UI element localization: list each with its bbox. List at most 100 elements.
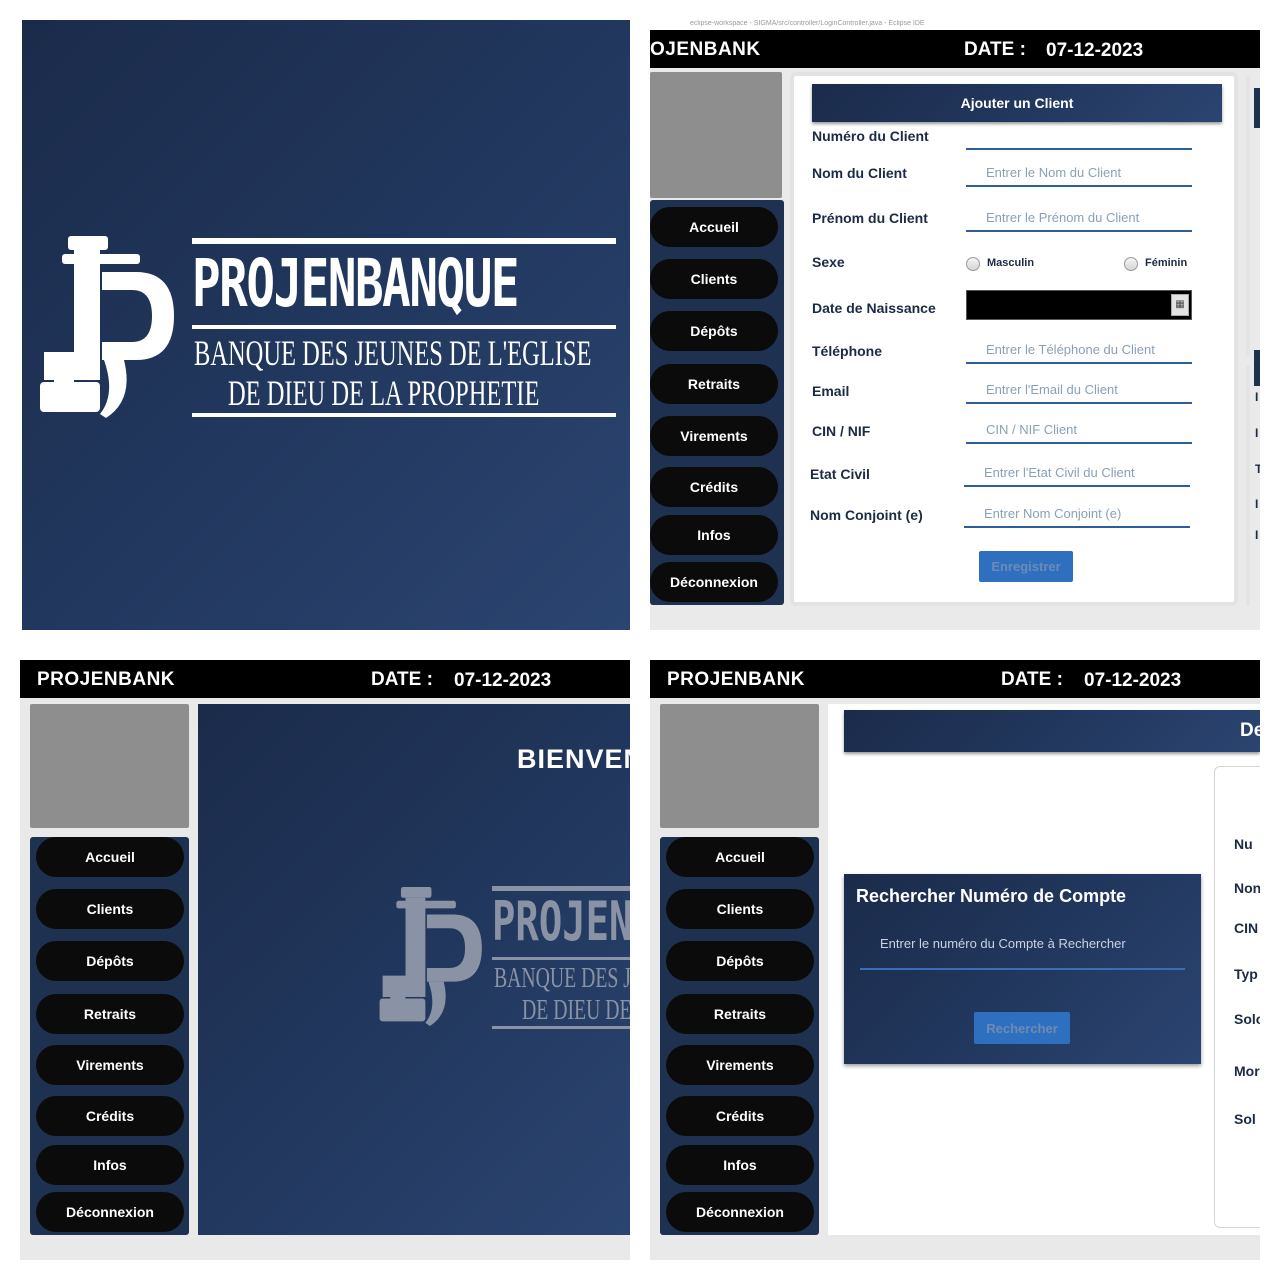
sidebar-item-label: Retraits [713,1006,767,1022]
sidebar-item-label: Retraits [687,376,741,392]
cropped-label: I [1255,528,1259,542]
sidebar-item-deconnexion[interactable]: Déconnexion [650,562,778,602]
nom-client-field[interactable]: Entrer le Nom du Client [966,159,1192,187]
rechercher-button[interactable]: Rechercher [974,1012,1070,1044]
search-input[interactable]: Entrer le numéro du Compte à Rechercher [860,930,1185,970]
sidebar-item-retraits[interactable]: Retraits [666,994,814,1034]
sidebar-item-credits[interactable]: Crédits [666,1096,814,1136]
logo-mid-rule [492,957,630,960]
detail-label-montant: Mor [1234,1063,1260,1079]
search-account-screen: PROJENBANK DATE : 07-12-2023 Accueil Cli… [650,660,1260,1260]
logo-line1: BANQUE DES J [494,962,630,994]
enregistrer-button[interactable]: Enregistrer [979,551,1073,582]
sidebar-item-clients[interactable]: Clients [666,889,814,929]
date-label: DATE : [964,39,1026,60]
welcome-title: BIENVEN [517,744,630,774]
label-naissance: Date de Naissance [812,300,936,316]
sidebar-item-accueil[interactable]: Accueil [650,207,778,247]
sidebar-item-clients[interactable]: Clients [36,889,184,929]
sidebar-item-retraits[interactable]: Retraits [36,994,184,1034]
avatar [660,704,819,828]
detail-label-numero: Nu [1234,836,1253,852]
sidebar-item-label: Déconnexion [66,1204,154,1220]
sidebar-item-label: Retraits [83,1006,137,1022]
label-conjoint: Nom Conjoint (e) [810,507,923,523]
sidebar-item-accueil[interactable]: Accueil [36,837,184,877]
cropped-label: I [1255,426,1259,440]
right-panel-edge-2 [1246,366,1250,606]
logo-title: PROJENBANQUE [192,245,519,322]
label-telephone: Téléphone [812,343,883,359]
label-prenom: Prénom du Client [812,210,928,226]
etat-civil-field[interactable]: Entrer l'Etat Civil du Client [964,459,1190,487]
add-client-screen: eclipse-workspace - SIGMA/src/controller… [650,20,1260,630]
sidebar-item-label: Crédits [689,479,739,495]
cin-field[interactable]: CIN / NIF Client [966,416,1192,444]
sidebar-item-label: Clients [690,271,738,287]
label-nom: Nom du Client [812,165,907,181]
sexe-feminin-radio[interactable] [1124,257,1138,271]
sexe-masculin-radio[interactable] [966,257,980,271]
sidebar-item-infos[interactable]: Infos [666,1145,814,1185]
conjoint-field[interactable]: Entrer Nom Conjoint (e) [964,500,1190,528]
date-naissance-picker[interactable]: ▦ [966,290,1192,320]
details-banner: De [844,710,1260,752]
app-header: PROJENBANK DATE : 07-12-2023 [20,660,630,698]
sidebar-item-infos[interactable]: Infos [36,1145,184,1185]
sidebar-item-label: Déconnexion [696,1204,784,1220]
logo-line2: DE DIEU DE LA PROPHETIE [228,373,540,413]
sidebar-item-deconnexion[interactable]: Déconnexion [36,1192,184,1232]
sidebar-item-label: Virements [706,1057,774,1073]
sidebar-item-infos[interactable]: Infos [650,515,778,555]
logo-title: PROJEN [492,890,630,953]
sidebar-item-accueil[interactable]: Accueil [666,837,814,877]
sidebar-item-depots[interactable]: Dépôts [36,941,184,981]
jp-logo-icon [379,887,482,1026]
sidebar-item-virements[interactable]: Virements [36,1045,184,1085]
sidebar-item-depots[interactable]: Dépôts [650,311,778,351]
search-title: Rechercher Numéro de Compte [856,886,1127,906]
right-panel-edge [1246,76,1250,356]
sidebar-item-clients[interactable]: Clients [650,259,778,299]
prenom-client-field[interactable]: Entrer le Prénom du Client [966,204,1192,232]
sidebar: Accueil Clients Dépôts Retraits Virement… [650,200,784,605]
app-header: OJENBANK DATE : 07-12-2023 [650,30,1260,68]
home-main-panel: BIENVEN PROJEN BANQUE DES J DE DIEU DE [198,704,630,1235]
sidebar-item-label: Accueil [689,219,739,235]
sidebar-item-label: Dépôts [690,323,738,339]
calendar-icon[interactable]: ▦ [1171,294,1189,316]
logo-bottom-rule [192,413,616,417]
sidebar-item-virements[interactable]: Virements [650,416,778,456]
search-account-box: Rechercher Numéro de Compte Entrer le nu… [844,874,1201,1064]
sidebar-item-credits[interactable]: Crédits [650,467,778,507]
logo-mid-rule [192,325,616,329]
avatar [650,72,782,198]
details-banner-title: De [1240,720,1260,741]
sidebar-item-label: Crédits [715,1108,765,1124]
label-sexe: Sexe [812,254,845,270]
sidebar-item-label: Déconnexion [670,574,758,590]
label-numero: Numéro du Client [812,128,929,144]
sidebar-item-deconnexion[interactable]: Déconnexion [666,1192,814,1232]
label-email: Email [812,383,850,399]
email-field[interactable]: Entrer l'Email du Client [966,376,1192,404]
sidebar-item-credits[interactable]: Crédits [36,1096,184,1136]
detail-label-solde-2: Sol [1234,1111,1256,1127]
sidebar-item-depots[interactable]: Dépôts [666,941,814,981]
sexe-feminin-label: Féminin [1145,257,1188,269]
sidebar-item-retraits[interactable]: Retraits [650,364,778,404]
cropped-label: T [1255,462,1260,476]
logo-bottom-rule [492,1026,630,1029]
splash-screen: PROJENBANQUE BANQUE DES JEUNES DE L'EGLI… [22,20,630,630]
sidebar-item-virements[interactable]: Virements [666,1045,814,1085]
telephone-field[interactable]: Entrer le Téléphone du Client [966,336,1192,364]
sidebar-item-label: Dépôts [86,953,134,969]
app-header: PROJENBANK DATE : 07-12-2023 [650,660,1260,698]
numero-client-field[interactable] [966,122,1192,150]
date-label: DATE : [1001,669,1063,690]
detail-label-solde: Solo [1234,1011,1260,1027]
brand-name: PROJENBANK [37,669,176,690]
sidebar-item-label: Virements [76,1057,144,1073]
search-main-panel: De Rechercher Numéro de Compte Entrer le… [828,704,1260,1235]
right-panel-title-stub-2 [1254,350,1260,386]
